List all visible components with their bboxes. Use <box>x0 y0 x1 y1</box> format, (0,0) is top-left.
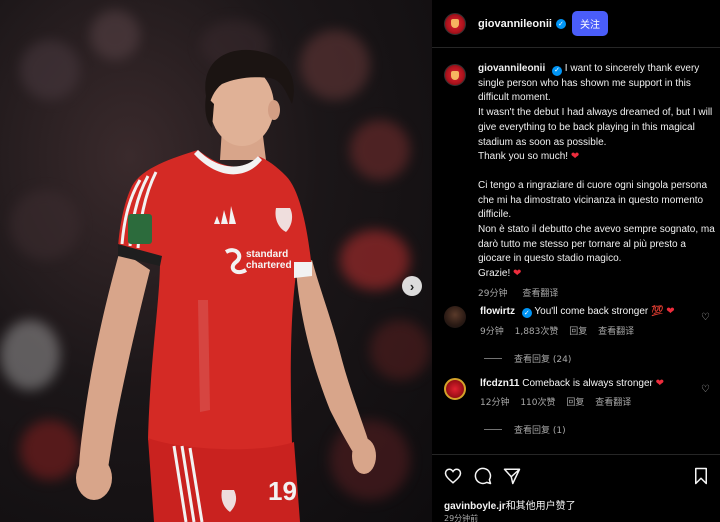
liked-by-rest[interactable]: 和其他用户赞了 <box>506 501 576 512</box>
comment-time: 12分钟 <box>480 398 510 408</box>
comment-item: lfcdzn11 Comeback is always stronger ❤ 1… <box>444 378 716 436</box>
liked-by-summary: gavinboyle.jr和其他用户赞了 <box>444 497 576 512</box>
caption-en-line-2: It wasn't the debut I had always dreamed… <box>478 107 713 148</box>
translate-link[interactable]: 查看翻译 <box>598 327 634 337</box>
translate-link[interactable]: 查看翻译 <box>595 398 631 408</box>
comment-avatar[interactable] <box>444 378 466 400</box>
caption-en-line-3: Thank you so much! <box>478 151 569 163</box>
replies-divider <box>484 358 502 359</box>
verified-icon: ✓ <box>521 308 532 318</box>
caption-it-line-2: Non è stato il debutto che avevo sempre … <box>478 224 715 265</box>
caption-it-line-3: Grazie! <box>478 268 511 280</box>
comment-username[interactable]: lfcdzn11 <box>480 378 519 389</box>
comment-bubble-icon[interactable] <box>474 467 492 485</box>
comment-meta: 9分钟 1,883次赞 回复 查看翻译 <box>480 324 690 337</box>
author-avatar[interactable] <box>444 12 466 35</box>
comment-meta: 12分钟 110次赞 回复 查看翻译 <box>480 395 690 408</box>
liked-by-username[interactable]: gavinboyle.jr <box>444 501 506 512</box>
comment-time: 9分钟 <box>480 327 504 337</box>
comment-item: flowirtz ✓ You'll come back stronger 💯 ❤… <box>444 306 716 365</box>
heart-icon[interactable]: ♡ <box>701 312 710 323</box>
post-side-panel: giovannileonii ✓ 关注 giovannileonii ✓ I w… <box>432 0 720 522</box>
follow-button[interactable]: 关注 <box>571 11 608 36</box>
replies-divider <box>484 429 502 430</box>
bookmark-icon[interactable] <box>692 467 710 485</box>
reply-link[interactable]: 回复 <box>569 327 587 337</box>
verified-icon: ✓ <box>555 18 566 29</box>
share-send-icon[interactable] <box>503 467 521 485</box>
heart-emoji: ❤ <box>570 151 580 163</box>
view-replies-label[interactable]: 查看回复 (24) <box>514 352 571 365</box>
comment-likes[interactable]: 110次赞 <box>520 398 555 408</box>
sponsor-line-2: chartered <box>246 260 292 271</box>
comment-username[interactable]: flowirtz <box>480 306 515 317</box>
next-image-button[interactable]: › <box>402 276 422 296</box>
heart-icon[interactable]: ♡ <box>701 384 710 395</box>
caption-it-line-1: Ci tengo a ringraziare di cuore ogni sin… <box>478 179 708 221</box>
shirt-number: 19 <box>268 476 297 506</box>
comment-text: Comeback is always stronger <box>522 378 653 389</box>
comment-text: You'll come back stronger <box>534 306 649 317</box>
comment-likes[interactable]: 1,883次赞 <box>515 327 559 337</box>
shirt-sponsor: standard chartered <box>246 249 292 271</box>
view-replies-label[interactable]: 查看回复 (1) <box>514 423 566 436</box>
caption-text: giovannileonii ✓ I want to sincerely tha… <box>478 62 716 302</box>
post-caption-block: giovannileonii ✓ I want to sincerely tha… <box>444 62 716 302</box>
caption-translate-link[interactable]: 查看翻译 <box>522 289 558 299</box>
like-heart-icon[interactable] <box>444 467 462 485</box>
view-replies-button[interactable]: 查看回复 (1) <box>484 423 716 436</box>
caption-avatar[interactable] <box>444 64 466 86</box>
comment-emoji: ❤ <box>655 378 665 389</box>
caption-time: 29分钟 <box>478 288 508 299</box>
post-timestamp: 29分钟前 <box>444 514 479 522</box>
post-photo: standard chartered 19 › <box>0 0 432 522</box>
comment-emoji: 💯 ❤ <box>651 306 675 317</box>
heart-emoji: ❤ <box>513 268 522 280</box>
reply-link[interactable]: 回复 <box>566 398 584 408</box>
post-header: giovannileonii ✓ 关注 <box>432 0 720 48</box>
caption-username[interactable]: giovannileonii <box>478 63 545 74</box>
view-replies-button[interactable]: 查看回复 (24) <box>484 352 716 365</box>
caption-meta: 29分钟 查看翻译 <box>478 287 716 302</box>
sponsor-line-1: standard <box>246 249 289 260</box>
chevron-right-icon: › <box>409 278 415 294</box>
header-username[interactable]: giovannileonii <box>478 18 552 30</box>
post-actions: gavinboyle.jr和其他用户赞了 29分钟前 <box>432 454 720 522</box>
player-figure <box>76 49 376 522</box>
verified-icon: ✓ <box>552 66 563 77</box>
comment-avatar[interactable] <box>444 306 466 328</box>
